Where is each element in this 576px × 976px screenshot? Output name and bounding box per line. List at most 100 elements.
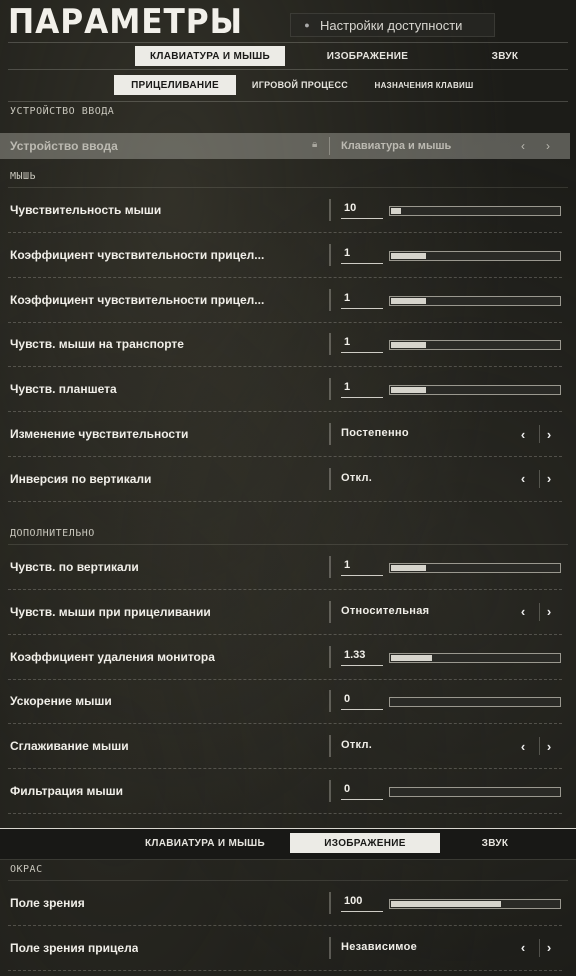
value-field[interactable]: 1 <box>341 247 383 259</box>
setting-label: Инверсия по вертикали <box>10 471 152 486</box>
slider-fill <box>391 387 427 394</box>
setting-row[interactable]: Ускорение мыши 0 <box>0 680 576 725</box>
slider-track[interactable] <box>389 295 561 306</box>
setting-row[interactable]: Чувств. мыши на транспорте 1 <box>0 323 576 368</box>
slider-track[interactable] <box>389 652 561 663</box>
value-underline <box>341 664 383 666</box>
row-divider <box>329 199 331 221</box>
setting-row[interactable]: Чувств. планшета 1 <box>0 368 576 413</box>
setting-row[interactable]: Сглаживание мыши Откл. ‹ › <box>0 725 576 770</box>
slider-track[interactable] <box>389 340 561 351</box>
value-field[interactable]: 1 <box>341 292 383 304</box>
slider-track[interactable] <box>389 899 561 909</box>
slider-track[interactable] <box>389 787 561 797</box>
option-value: Откл. <box>341 471 373 484</box>
setting-row[interactable]: Фильтрация мыши 0 <box>0 770 576 814</box>
value-field[interactable]: 1 <box>341 559 383 571</box>
setting-row[interactable]: Чувств. по вертикали 1 <box>0 546 576 590</box>
section-divider <box>8 187 568 188</box>
slider-track[interactable] <box>389 206 561 216</box>
setting-row[interactable]: Поле зрения 100 <box>0 882 576 926</box>
value-underline <box>341 352 383 354</box>
chevron-left-icon[interactable]: ‹ <box>514 939 532 957</box>
input-device-value: Клавиатура и мышь <box>341 140 452 152</box>
chevron-right-icon[interactable]: › <box>539 938 558 957</box>
bottom-tab-bar: КЛАВИАТУРА И МЫШЬ ИЗОБРАЖЕНИЕ ЗВУК <box>0 828 576 860</box>
main-tabs: КЛАВИАТУРА И МЫШЬ ИЗОБРАЖЕНИЕ ЗВУК <box>135 46 560 66</box>
row-dotted-divider <box>8 500 562 502</box>
chevron-right-icon[interactable]: › <box>539 602 558 621</box>
slider-track[interactable] <box>389 385 561 396</box>
tabs-divider <box>8 69 568 70</box>
value-field[interactable]: 1 <box>341 381 383 393</box>
chevron-left-icon[interactable]: ‹ <box>514 137 532 155</box>
row-divider <box>329 137 330 155</box>
setting-label: Сглаживание мыши <box>10 739 129 754</box>
row-dotted-divider <box>8 813 562 814</box>
value-underline <box>341 218 383 219</box>
setting-row[interactable]: Коэффициент чувствительности прицел... 1 <box>0 279 576 323</box>
setting-row[interactable]: Инверсия по вертикали Откл. ‹ › <box>0 458 576 502</box>
row-divider <box>329 288 331 311</box>
setting-row[interactable]: Чувствительность мыши 10 <box>0 189 576 233</box>
tab-audio[interactable]: ЗВУК <box>440 833 550 853</box>
value-field[interactable]: 1 <box>341 336 383 348</box>
setting-label: Фильтрация мыши <box>10 784 124 798</box>
chevron-right-icon[interactable]: › <box>539 737 558 756</box>
value-underline <box>341 307 383 309</box>
tab-display[interactable]: ИЗОБРАЖЕНИЕ <box>285 46 450 66</box>
value-underline <box>341 575 383 576</box>
setting-row[interactable]: Коэффициент чувствительности прицел... 1 <box>0 234 576 278</box>
slider-track[interactable] <box>389 563 561 573</box>
row-divider <box>329 690 331 713</box>
option-value: Постепенно <box>341 427 409 439</box>
row-divider <box>329 467 331 490</box>
slider-fill <box>391 565 427 571</box>
chevron-right-icon[interactable]: › <box>539 137 557 155</box>
option-value: Откл. <box>341 739 373 752</box>
chevron-left-icon[interactable]: ‹ <box>514 425 532 443</box>
setting-row[interactable]: Чувств. мыши при прицеливании Относитель… <box>0 591 576 635</box>
row-divider <box>329 600 331 623</box>
chevron-left-icon[interactable]: ‹ <box>514 737 532 755</box>
tab-keyboard-mouse[interactable]: КЛАВИАТУРА И МЫШЬ <box>135 46 285 66</box>
row-divider <box>329 556 331 578</box>
setting-label: Ускорение мыши <box>10 694 112 709</box>
gear-icon: ● <box>304 20 310 30</box>
slider-track[interactable] <box>389 250 561 261</box>
setting-row[interactable]: Поле зрения прицела Независимое ‹ › <box>0 927 576 971</box>
slider-fill <box>391 901 502 907</box>
setting-row[interactable]: Изменение чувствительности Постепенно ‹ … <box>0 413 576 457</box>
section-divider <box>8 880 568 881</box>
accessibility-settings-button[interactable]: ● Настройки доступности <box>290 13 495 37</box>
input-device-row[interactable]: Устройство ввода 🔒︎ Клавиатура и мышь ‹ … <box>0 133 570 159</box>
subtab-gameplay[interactable]: ИГРОВОЙ ПРОЦЕСС <box>236 75 364 95</box>
setting-row[interactable]: Коэффициент удаления монитора 1.33 <box>0 636 576 680</box>
chevron-right-icon[interactable]: › <box>539 425 558 443</box>
row-divider <box>329 645 331 668</box>
tab-audio[interactable]: ЗВУК <box>450 46 560 66</box>
chevron-left-icon[interactable]: ‹ <box>514 603 532 621</box>
setting-label: Чувств. мыши на транспорте <box>10 337 184 352</box>
setting-label: Поле зрения прицела <box>10 940 139 955</box>
subtab-aiming[interactable]: ПРИЦЕЛИВАНИЕ <box>114 75 236 95</box>
subtab-keybinds[interactable]: НАЗНАЧЕНИЯ КЛАВИШ <box>364 75 484 95</box>
value-field[interactable]: 0 <box>341 783 383 795</box>
slider-track[interactable] <box>389 697 561 708</box>
chevron-right-icon[interactable]: › <box>539 469 558 488</box>
value-field[interactable]: 0 <box>341 693 383 705</box>
value-field[interactable]: 1.33 <box>341 649 383 661</box>
section-mouse: МЫШЬ <box>10 171 37 182</box>
value-underline <box>341 262 383 264</box>
row-divider <box>329 735 331 758</box>
value-field[interactable]: 10 <box>341 202 383 214</box>
value-field[interactable]: 100 <box>341 895 383 907</box>
row-divider <box>329 892 331 914</box>
value-underline <box>341 397 383 399</box>
tab-display[interactable]: ИЗОБРАЖЕНИЕ <box>290 833 440 853</box>
slider-fill <box>391 342 427 349</box>
slider-fill <box>391 654 432 661</box>
tab-keyboard-mouse[interactable]: КЛАВИАТУРА И МЫШЬ <box>120 833 290 853</box>
slider-fill <box>391 252 427 259</box>
chevron-left-icon[interactable]: ‹ <box>514 470 532 488</box>
